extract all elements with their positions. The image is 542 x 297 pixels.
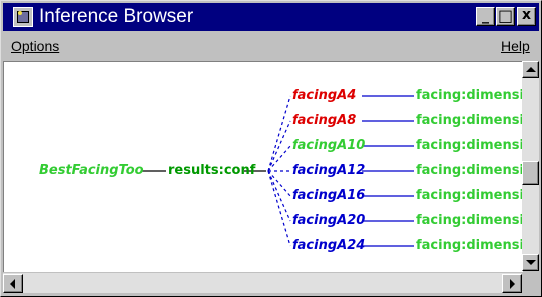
target-node[interactable]: facing:dimensi xyxy=(416,213,523,229)
graph-canvas[interactable]: BestFacingToo results:conf facingA4 facin… xyxy=(3,61,523,272)
window-title: Inference Browser xyxy=(39,6,194,27)
size-grip xyxy=(522,273,539,293)
menu-help-label: Help xyxy=(501,38,530,54)
edge-hub-child-1 xyxy=(267,120,291,172)
child-node-facingA20[interactable]: facingA20 xyxy=(292,213,365,229)
menu-options-label: Options xyxy=(11,38,60,54)
scroll-left-button[interactable] xyxy=(3,274,23,293)
menu-bar: Options Help xyxy=(3,33,539,59)
child-node-facingA16[interactable]: facingA16 xyxy=(292,188,365,204)
arrow-down-icon xyxy=(526,260,536,265)
child-node-facingA12[interactable]: facingA12 xyxy=(292,163,365,179)
scroll-up-button[interactable] xyxy=(522,61,539,78)
edge-hub-child-5 xyxy=(267,170,291,222)
target-node[interactable]: facing:dimensi xyxy=(416,88,523,104)
arrow-right-icon xyxy=(510,279,515,289)
child-node-facingA8[interactable]: facingA8 xyxy=(292,113,356,129)
root-node[interactable]: BestFacingToo xyxy=(39,163,144,179)
edge-hub-child-6 xyxy=(267,170,291,247)
child-node-facingA10[interactable]: facingA10 xyxy=(292,138,365,154)
scroll-right-button[interactable] xyxy=(502,274,522,293)
target-node[interactable]: facing:dimensi xyxy=(416,188,523,204)
results-node[interactable]: results:conf xyxy=(168,163,255,179)
minimize-button[interactable]: _ xyxy=(476,7,495,26)
vertical-scroll-thumb[interactable] xyxy=(522,161,539,185)
arrow-left-icon xyxy=(10,279,15,289)
edge-hub-child-0 xyxy=(267,95,291,172)
close-button[interactable]: x xyxy=(517,7,536,26)
target-node[interactable]: facing:dimensi xyxy=(416,113,523,129)
menu-options[interactable]: Options xyxy=(11,38,59,54)
inference-browser-window: Inference Browser _ □ x Options Help Bes… xyxy=(0,0,542,297)
app-icon-sun xyxy=(18,11,22,15)
title-bar[interactable]: Inference Browser _ □ x xyxy=(3,3,539,31)
child-node-facingA24[interactable]: facingA24 xyxy=(292,238,365,254)
child-node-facingA4[interactable]: facingA4 xyxy=(292,88,356,104)
target-node[interactable]: facing:dimensi xyxy=(416,163,523,179)
vertical-scrollbar[interactable] xyxy=(522,61,539,271)
horizontal-scrollbar[interactable] xyxy=(3,273,522,293)
target-node[interactable]: facing:dimensi xyxy=(416,238,523,254)
app-icon[interactable] xyxy=(13,7,33,27)
arrow-up-icon xyxy=(526,67,536,72)
target-node[interactable]: facing:dimensi xyxy=(416,138,523,154)
maximize-button[interactable]: □ xyxy=(496,7,515,26)
menu-help[interactable]: Help xyxy=(501,38,530,54)
scroll-down-button[interactable] xyxy=(522,254,539,271)
